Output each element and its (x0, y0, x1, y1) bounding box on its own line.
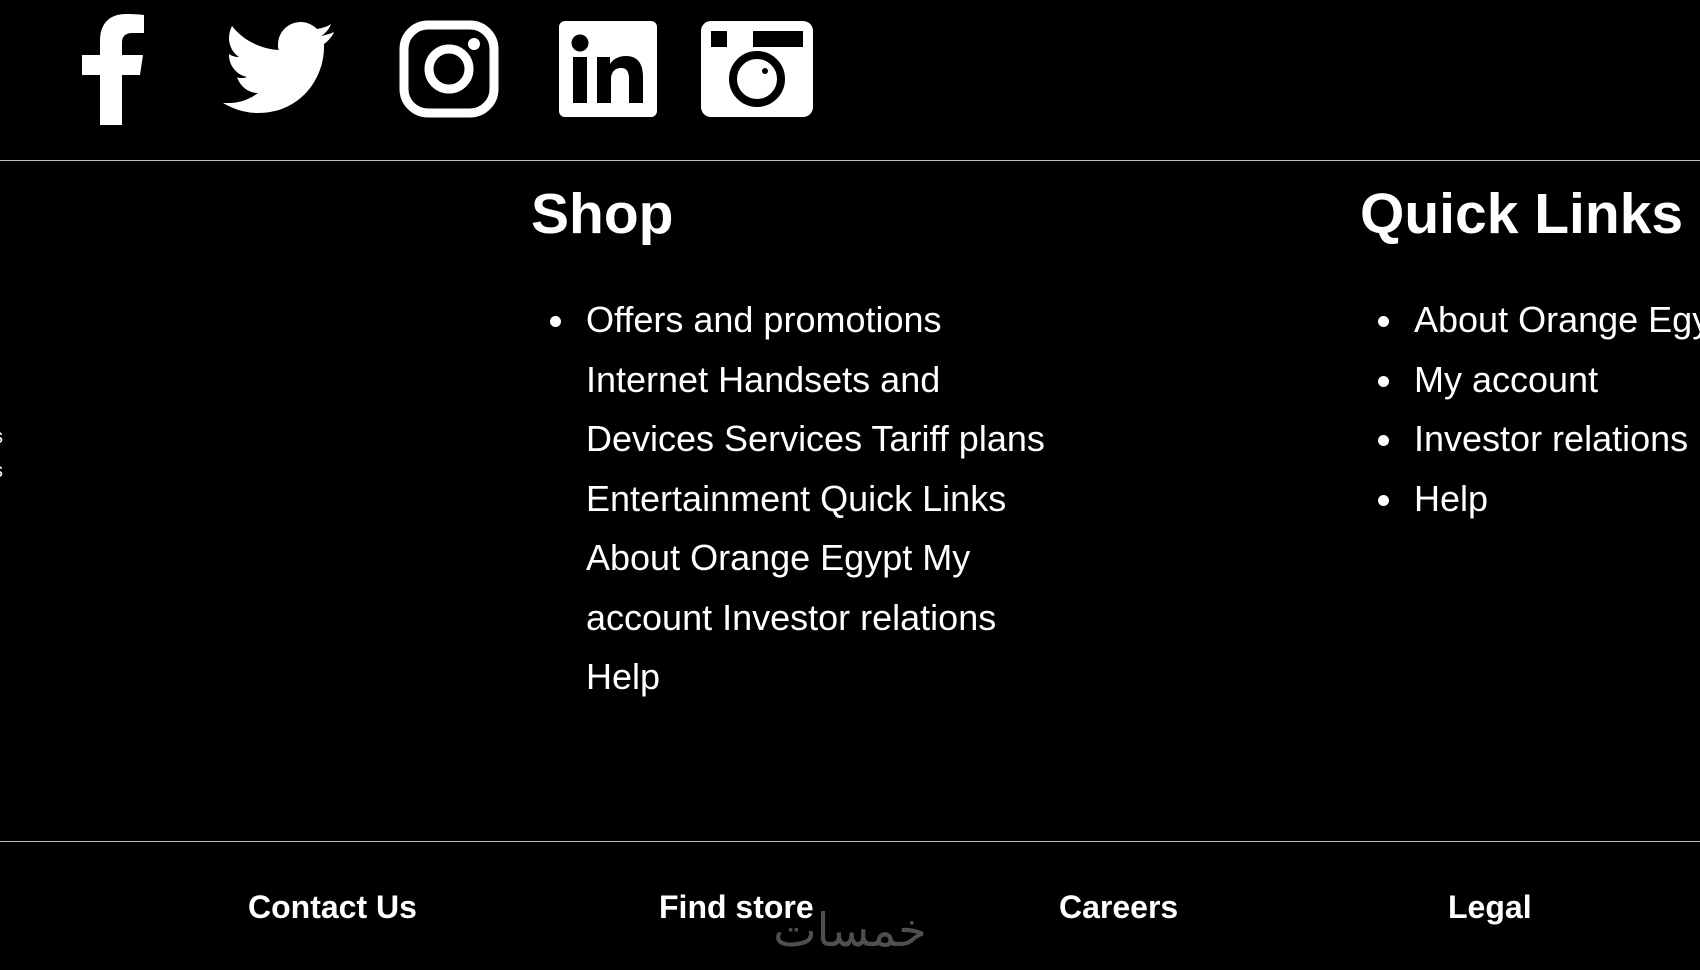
linkedin-icon[interactable] (559, 21, 657, 117)
facebook-icon[interactable] (78, 13, 146, 125)
shop-links-text[interactable]: Offers and promotions Internet Handsets … (586, 299, 1045, 697)
social-icons-bar (0, 0, 1700, 160)
quick-links-heading: Quick Links (1360, 182, 1684, 246)
twitter-icon[interactable] (221, 21, 335, 115)
shop-heading: Shop (531, 182, 674, 246)
contact-us-link[interactable]: Contact Us (248, 885, 417, 929)
cropped-text-fragment: s (0, 454, 3, 488)
quick-link-investor-relations[interactable]: Investor relations (1377, 409, 1700, 469)
legal-link[interactable]: Legal (1448, 885, 1532, 929)
quick-link-my-account[interactable]: My account (1377, 350, 1700, 410)
quick-link-help[interactable]: Help (1377, 469, 1700, 529)
instagram-icon[interactable] (399, 20, 499, 118)
camera-icon[interactable] (701, 21, 813, 117)
shop-list-item: Offers and promotions Internet Handsets … (550, 290, 1046, 707)
careers-link[interactable]: Careers (1059, 885, 1178, 929)
cropped-text-fragment: s (0, 420, 3, 454)
quick-link-about[interactable]: About Orange Egypt (1377, 290, 1700, 350)
shop-list: Offers and promotions Internet Handsets … (550, 290, 1046, 707)
bottom-divider (0, 841, 1700, 842)
quick-links-list: About Orange Egypt My account Investor r… (1377, 290, 1700, 529)
find-store-link[interactable]: Find store (659, 885, 814, 929)
top-divider (0, 160, 1700, 161)
